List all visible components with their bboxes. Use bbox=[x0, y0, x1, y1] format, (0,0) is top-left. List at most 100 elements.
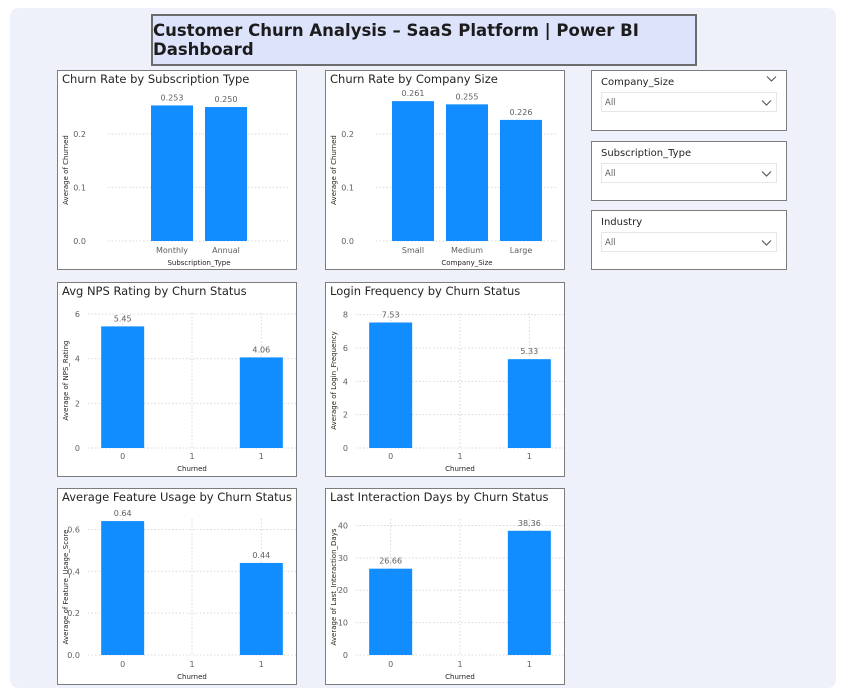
bar bbox=[446, 104, 488, 241]
slicer-label: Company_Size bbox=[601, 77, 675, 88]
y-axis-title: Average of Last_Interaction_Days bbox=[330, 528, 338, 645]
x-axis-title: Company_Size bbox=[441, 259, 492, 267]
slicer-industry: Industry All bbox=[591, 210, 787, 270]
chart-nps-by-churn[interactable]: Avg NPS Rating by Churn Status 0 2 4 6 5.45 4… bbox=[57, 282, 297, 477]
y-tick-label: 6 bbox=[75, 310, 80, 319]
x-tick-label: 1 bbox=[189, 452, 194, 461]
data-label: 0.64 bbox=[114, 509, 132, 518]
chart-svg: 0.0 0.1 0.2 0.261 0.255 0.226 Small Medium Large… bbox=[330, 89, 558, 267]
data-label: 5.33 bbox=[520, 347, 538, 356]
x-tick-label: 1 bbox=[259, 660, 264, 669]
data-label: 38.36 bbox=[518, 519, 541, 528]
x-tick-label: 1 bbox=[189, 660, 194, 669]
x-tick-label: 0 bbox=[388, 660, 393, 669]
chart-svg: 0.0 0.1 0.2 0.253 0.250 Monthly Annual Subscrip… bbox=[62, 93, 290, 267]
y-tick-label: 0.1 bbox=[341, 183, 354, 192]
chart-svg: 0.00.20.40.60.640.440 1 1ChurnedAverage of… bbox=[62, 509, 296, 681]
report-title: Customer Churn Analysis – SaaS Platform … bbox=[151, 14, 697, 66]
x-tick-label: Monthly bbox=[156, 246, 188, 255]
bar bbox=[239, 357, 283, 448]
chevron-down-icon bbox=[761, 171, 772, 177]
chart-login-by-churn[interactable]: Login Frequency by Churn Status 0 2 4 6 8 7.5… bbox=[325, 282, 565, 477]
data-label: 0.261 bbox=[402, 89, 425, 98]
x-tick-label: 1 bbox=[457, 452, 462, 461]
y-tick-label: 0 bbox=[75, 444, 80, 453]
slicer-subscription-type: Subscription_Type All bbox=[591, 141, 787, 201]
data-label: 0.226 bbox=[510, 108, 533, 117]
x-tick-label: Annual bbox=[212, 246, 240, 255]
bar bbox=[151, 105, 193, 241]
y-tick-label: 0.0 bbox=[67, 651, 80, 660]
y-axis-title: Average of Churned bbox=[62, 135, 70, 205]
data-label: 0.255 bbox=[456, 92, 479, 101]
x-tick-label: 0 bbox=[388, 452, 393, 461]
y-tick-label: 30 bbox=[338, 554, 348, 563]
bar bbox=[369, 568, 413, 655]
bar bbox=[500, 119, 542, 241]
data-label: 0.44 bbox=[252, 551, 270, 560]
x-tick-label: 1 bbox=[527, 452, 532, 461]
slicer-dropdown[interactable]: All bbox=[601, 163, 777, 183]
y-tick-label: 0.0 bbox=[341, 237, 354, 246]
data-label: 0.253 bbox=[161, 93, 184, 102]
slicer-value: All bbox=[605, 169, 616, 179]
data-label: 4.06 bbox=[252, 345, 270, 354]
y-tick-label: 4 bbox=[75, 355, 80, 364]
data-label: 0.250 bbox=[215, 95, 238, 104]
x-tick-label: 1 bbox=[457, 660, 462, 669]
y-tick-label: 0 bbox=[343, 651, 348, 660]
y-tick-label: 2 bbox=[75, 399, 80, 408]
y-tick-label: 40 bbox=[338, 521, 348, 530]
bar bbox=[101, 521, 145, 655]
slicer-label: Industry bbox=[601, 217, 643, 228]
bar bbox=[205, 107, 247, 241]
slicer-value: All bbox=[605, 238, 616, 248]
data-label: 26.66 bbox=[379, 557, 402, 566]
chart-churn-by-company-size[interactable]: Churn Rate by Company Size 0.0 0.1 0.2 0.26… bbox=[325, 70, 565, 270]
report-title-text: Customer Churn Analysis – SaaS Platform … bbox=[153, 21, 639, 59]
chevron-down-icon bbox=[761, 100, 772, 106]
y-tick-label: 0.2 bbox=[341, 130, 354, 139]
bar bbox=[507, 530, 551, 655]
x-axis-title: Churned bbox=[445, 673, 475, 681]
y-tick-label: 8 bbox=[343, 311, 348, 320]
y-tick-label: 0.1 bbox=[73, 183, 86, 192]
chevron-down-icon bbox=[761, 240, 772, 246]
chevron-down-icon[interactable] bbox=[766, 75, 777, 83]
y-tick-label: 0 bbox=[343, 444, 348, 453]
chart-svg: 0 2 4 6 8 7.53 5.33 0 1 1 Churned Average of Login_… bbox=[330, 311, 564, 473]
y-tick-label: 2 bbox=[343, 411, 348, 420]
y-tick-label: 10 bbox=[338, 619, 348, 628]
x-tick-label: 0 bbox=[120, 452, 125, 461]
x-tick-label: 0 bbox=[120, 660, 125, 669]
y-axis-title: Average of Churned bbox=[330, 135, 338, 205]
chart-svg: 0 10 20 30 40 26.66 38.36 0 1 1 Churned Average of … bbox=[330, 519, 564, 681]
y-tick-label: 0.0 bbox=[73, 237, 86, 246]
slicer-dropdown[interactable]: All bbox=[601, 232, 777, 252]
chart-churn-by-subscription[interactable]: Churn Rate by Subscription Type 0.0 0.1 0.… bbox=[57, 70, 297, 270]
x-axis-title: Churned bbox=[177, 465, 207, 473]
chart-feature-usage-by-churn[interactable]: Average Feature Usage by Churn Status 0.… bbox=[57, 488, 297, 685]
y-tick-label: 6 bbox=[343, 344, 348, 353]
y-axis-title: Average of Feature_Usage_Score bbox=[62, 530, 70, 645]
slicer-label: Subscription_Type bbox=[601, 148, 692, 159]
x-tick-label: Medium bbox=[451, 246, 483, 255]
chart-last-interaction-by-churn[interactable]: Last Interaction Days by Churn Status 01… bbox=[325, 488, 565, 685]
bar bbox=[239, 562, 283, 655]
x-tick-label: Large bbox=[510, 246, 533, 255]
bar bbox=[392, 101, 434, 241]
x-axis-title: Churned bbox=[445, 465, 475, 473]
slicer-company-size: Company_Size All bbox=[591, 70, 787, 131]
x-tick-label: 1 bbox=[527, 660, 532, 669]
slicer-dropdown[interactable]: All bbox=[601, 92, 777, 112]
chart-svg: 0 2 4 6 5.45 4.06 0 1 1 Churned Average of NPS_Rat… bbox=[62, 310, 296, 473]
y-tick-label: 4 bbox=[343, 377, 348, 386]
x-axis-title: Subscription_Type bbox=[167, 259, 230, 267]
y-axis-title: Average of NPS_Rating bbox=[62, 341, 70, 421]
y-axis-title: Average of Login_Frequency bbox=[330, 331, 338, 430]
slicer-value: All bbox=[605, 98, 616, 108]
bar bbox=[369, 322, 413, 448]
y-tick-label: 0.2 bbox=[73, 130, 86, 139]
data-label: 7.53 bbox=[382, 311, 400, 320]
data-label: 5.45 bbox=[114, 314, 132, 323]
